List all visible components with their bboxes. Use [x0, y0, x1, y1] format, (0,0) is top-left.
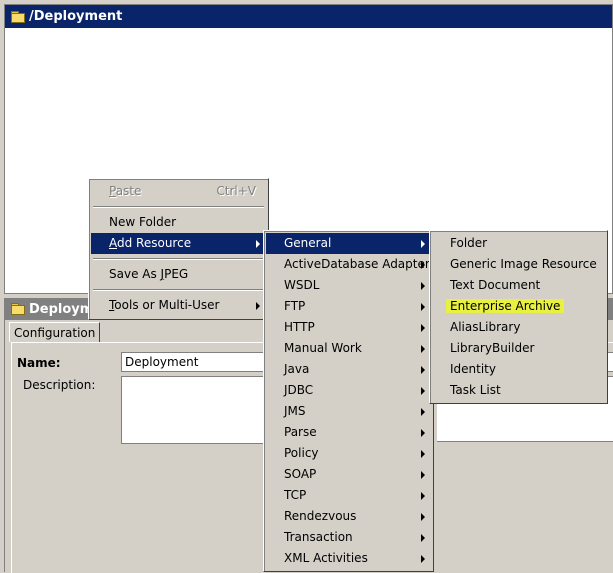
submenu-arrow-icon — [421, 492, 425, 500]
submenu-item-transaction[interactable]: Transaction — [266, 527, 431, 548]
context-menu: Paste Ctrl+V New Folder Add Resource Sav… — [88, 178, 269, 320]
submenu-item-ftp[interactable]: FTP — [266, 296, 431, 317]
menu-separator — [93, 206, 264, 208]
submenu-arrow-icon — [421, 303, 425, 311]
submenu-item-identity[interactable]: Identity — [432, 359, 605, 380]
submenu-item-activedatabase-adapter[interactable]: ActiveDatabase Adapter — [266, 254, 431, 275]
submenu-arrow-icon — [421, 429, 425, 437]
submenu-arrow-icon — [256, 240, 260, 248]
name-label: Name: — [17, 356, 61, 370]
submenu-arrow-icon — [421, 555, 425, 563]
submenu-arrow-icon — [421, 366, 425, 374]
add-resource-submenu: General ActiveDatabase Adapter WSDL FTP … — [263, 230, 434, 572]
submenu-item-manual-work[interactable]: Manual Work — [266, 338, 431, 359]
submenu-arrow-icon — [421, 513, 425, 521]
folder-icon — [11, 303, 25, 315]
paste-shortcut: Ctrl+V — [216, 184, 256, 198]
submenu-arrow-icon — [421, 408, 425, 416]
submenu-arrow-icon — [256, 302, 260, 310]
submenu-arrow-icon — [421, 471, 425, 479]
folder-icon — [11, 10, 25, 23]
submenu-item-jdbc[interactable]: JDBC — [266, 380, 431, 401]
submenu-item-policy[interactable]: Policy — [266, 443, 431, 464]
highlighted-label: Enterprise Archive — [446, 299, 565, 313]
submenu-arrow-icon — [421, 534, 425, 542]
menu-item-save-as-jpeg[interactable]: Save As JPEG — [91, 264, 266, 285]
general-submenu: Folder Generic Image Resource Text Docum… — [429, 230, 608, 404]
submenu-arrow-icon — [421, 261, 425, 269]
menu-separator — [93, 289, 264, 291]
submenu-arrow-icon — [421, 324, 425, 332]
submenu-arrow-icon — [421, 282, 425, 290]
submenu-item-general[interactable]: General — [266, 233, 431, 254]
top-panel-titlebar: /Deployment — [5, 5, 612, 28]
menu-item-tools-or-multi-user[interactable]: Tools or Multi-User — [91, 295, 266, 316]
submenu-item-task-list[interactable]: Task List — [432, 380, 605, 401]
menu-separator — [93, 258, 264, 260]
submenu-arrow-icon — [421, 450, 425, 458]
submenu-item-aliaslibrary[interactable]: AliasLibrary — [432, 317, 605, 338]
submenu-item-text-document[interactable]: Text Document — [432, 275, 605, 296]
menu-item-paste[interactable]: Paste Ctrl+V — [91, 181, 266, 202]
submenu-arrow-icon — [421, 240, 425, 248]
submenu-item-jms[interactable]: JMS — [266, 401, 431, 422]
tab-configuration[interactable]: Configuration — [9, 322, 101, 342]
bottom-panel-title: Deploym — [29, 301, 94, 317]
submenu-item-soap[interactable]: SOAP — [266, 464, 431, 485]
submenu-arrow-icon — [421, 345, 425, 353]
submenu-arrow-icon — [421, 387, 425, 395]
submenu-item-xml-activities[interactable]: XML Activities — [266, 548, 431, 569]
submenu-item-java[interactable]: Java — [266, 359, 431, 380]
submenu-item-enterprise-archive[interactable]: Enterprise Archive — [432, 296, 605, 317]
submenu-item-rendezvous[interactable]: Rendezvous — [266, 506, 431, 527]
submenu-item-folder[interactable]: Folder — [432, 233, 605, 254]
submenu-item-librarybuilder[interactable]: LibraryBuilder — [432, 338, 605, 359]
submenu-item-wsdl[interactable]: WSDL — [266, 275, 431, 296]
description-label: Description: — [23, 378, 96, 392]
menu-item-new-folder[interactable]: New Folder — [91, 212, 266, 233]
submenu-item-http[interactable]: HTTP — [266, 317, 431, 338]
submenu-item-generic-image-resource[interactable]: Generic Image Resource — [432, 254, 605, 275]
submenu-item-tcp[interactable]: TCP — [266, 485, 431, 506]
menu-item-add-resource[interactable]: Add Resource — [91, 233, 266, 254]
submenu-item-parse[interactable]: Parse — [266, 422, 431, 443]
top-panel-title: /Deployment — [29, 9, 123, 24]
